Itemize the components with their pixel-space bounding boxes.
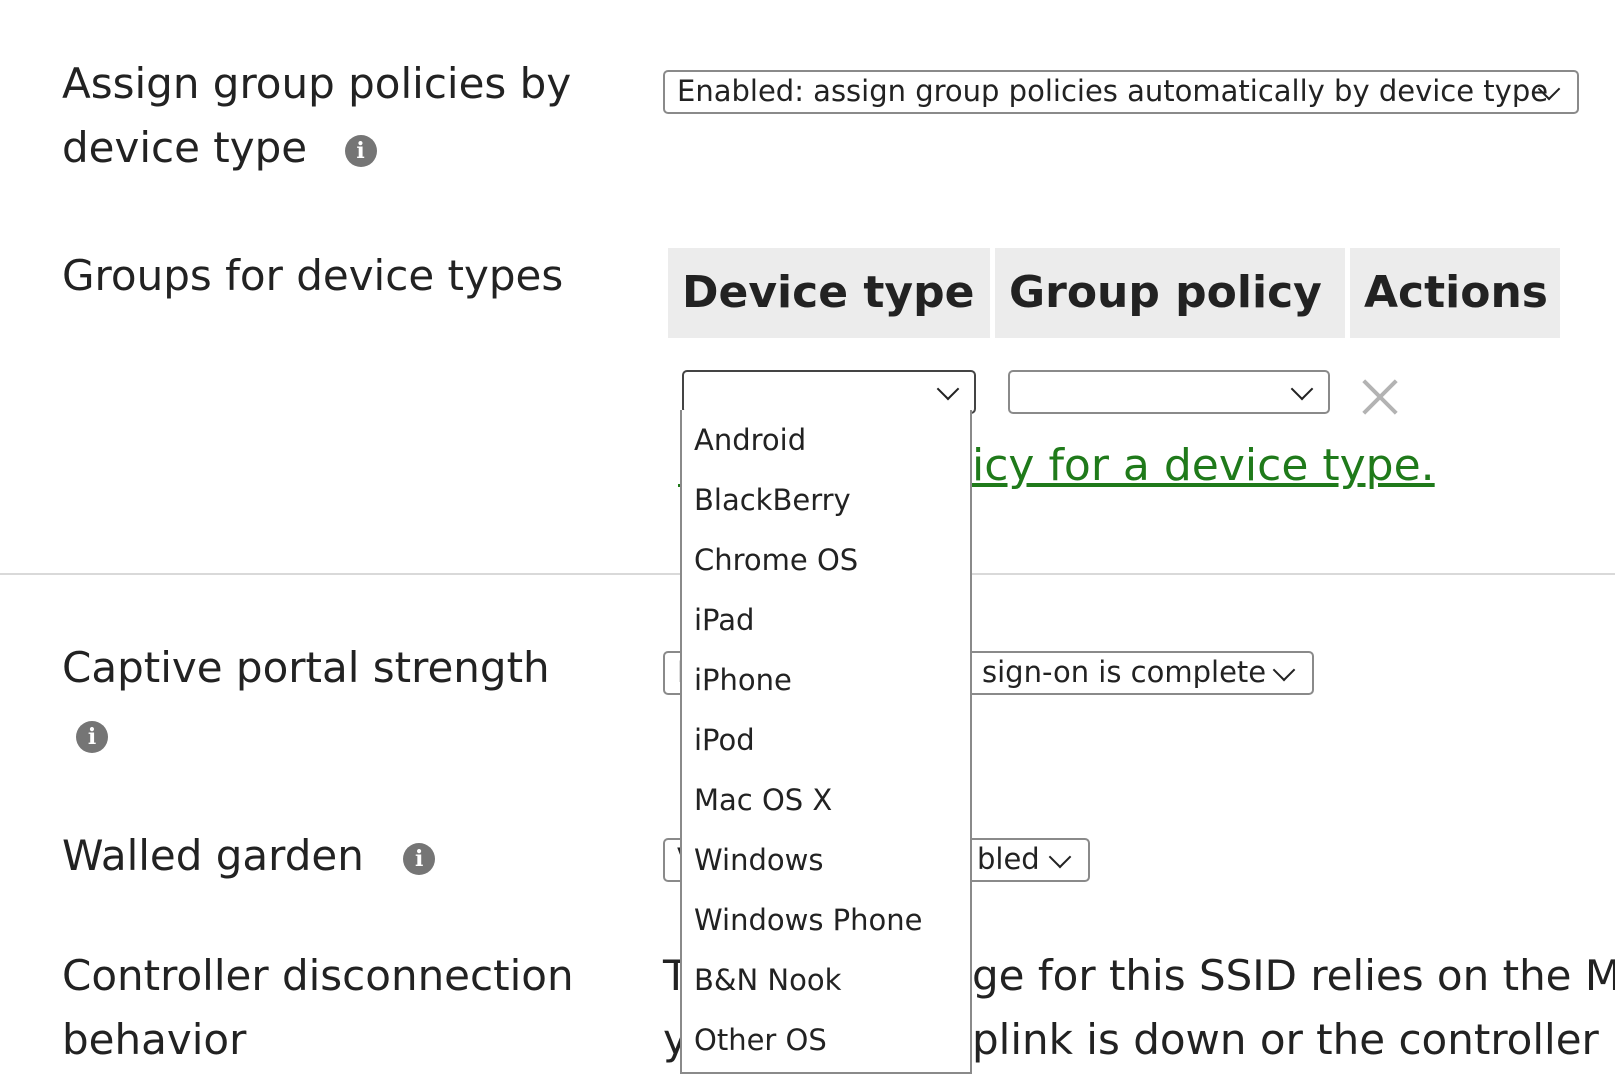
header-device-type: Device type [668, 248, 990, 338]
info-icon[interactable]: i [403, 842, 436, 875]
walled-garden-label: Walled garden i [62, 824, 436, 888]
header-actions: Actions [1350, 248, 1560, 338]
add-group-policy-link[interactable]: icy for a device type. [972, 438, 1435, 494]
assign-policies-label-line2: device type [62, 123, 308, 172]
controller-text-line1: ge for this SSID relies on the Me [972, 951, 1615, 1000]
captive-portal-label: Captive portal strength [62, 643, 550, 692]
header-group-policy: Group policy [995, 248, 1345, 338]
dropdown-option-ipad[interactable]: iPad [682, 590, 970, 650]
assign-policies-select-value: Enabled: assign group policies automatic… [677, 74, 1549, 108]
dropdown-option-iphone[interactable]: iPhone [682, 650, 970, 710]
device-type-dropdown: Android BlackBerry Chrome OS iPad iPhone… [680, 410, 972, 1074]
dropdown-option-windows[interactable]: Windows [682, 830, 970, 890]
dropdown-option-ipod[interactable]: iPod [682, 710, 970, 770]
groups-label: Groups for device types [62, 251, 564, 300]
controller-text-line2: plink is down or the controller i [972, 1015, 1615, 1064]
dropdown-option-windows-phone[interactable]: Windows Phone [682, 890, 970, 950]
dropdown-option-other-os[interactable]: Other OS [682, 1010, 970, 1070]
chevron-down-icon [1290, 377, 1314, 401]
walled-garden-select-value: bled [977, 842, 1040, 876]
dropdown-option-blackberry[interactable]: BlackBerry [682, 470, 970, 530]
device-type-select[interactable] [682, 370, 976, 414]
chevron-down-icon [1048, 845, 1072, 869]
captive-portal-select-value: sign-on is complete [982, 655, 1267, 689]
dropdown-option-bn-nook[interactable]: B&N Nook [682, 950, 970, 1010]
walled-garden-label-text: Walled garden [62, 831, 364, 880]
dropdown-option-android[interactable]: Android [682, 410, 970, 470]
chevron-down-icon [1272, 658, 1296, 682]
chevron-down-icon [936, 377, 960, 401]
assign-policies-label: device type i [62, 116, 377, 180]
assign-policies-label-line1: Assign group policies by [62, 59, 572, 108]
dropdown-option-mac-os-x[interactable]: Mac OS X [682, 770, 970, 830]
info-icon[interactable]: i [76, 721, 108, 753]
dropdown-option-chrome-os[interactable]: Chrome OS [682, 530, 970, 590]
controller-label-line1: Controller disconnection [62, 951, 574, 1000]
assign-policies-select[interactable]: Enabled: assign group policies automatic… [663, 70, 1579, 114]
controller-label-line2: behavior [62, 1015, 247, 1064]
group-policy-select[interactable] [1008, 370, 1330, 414]
close-icon[interactable] [1358, 374, 1402, 418]
info-icon[interactable]: i [344, 134, 377, 167]
